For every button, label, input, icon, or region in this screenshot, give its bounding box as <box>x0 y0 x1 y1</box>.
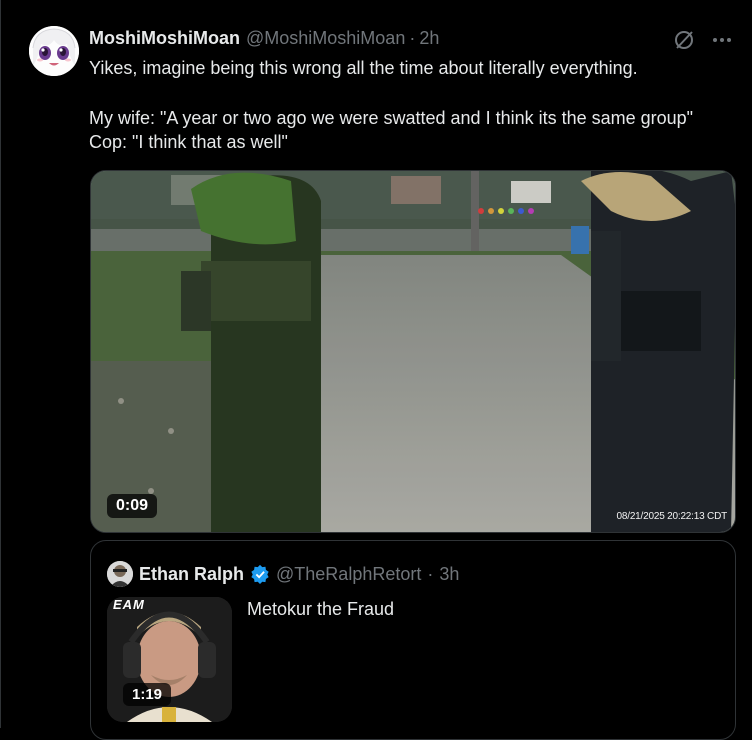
channel-logo: EAM <box>113 597 145 612</box>
display-name[interactable]: MoshiMoshiMoan <box>89 28 240 49</box>
timestamp[interactable]: 2h <box>419 28 439 49</box>
quoted-timestamp[interactable]: 3h <box>439 564 459 585</box>
quoted-tweet-header: Ethan Ralph @TheRalphRetort · 3h <box>107 561 459 587</box>
quoted-video-thumbnail[interactable]: EAM 1:19 <box>107 597 232 722</box>
avatar[interactable] <box>29 26 79 76</box>
video-timestamp-overlay: 08/21/2025 20:22:13 CDT <box>616 511 728 522</box>
verified-badge-icon <box>250 564 270 584</box>
tweet-header: MoshiMoshiMoan @MoshiMoshiMoan · 2h <box>89 28 439 50</box>
tweet[interactable]: MoshiMoshiMoan @MoshiMoshiMoan · 2h Yike… <box>0 0 752 740</box>
handle[interactable]: @MoshiMoshiMoan <box>246 28 405 49</box>
grok-icon[interactable] <box>672 28 696 52</box>
separator-dot: · <box>409 28 416 48</box>
quoted-video-duration: 1:19 <box>123 683 172 706</box>
quoted-display-name[interactable]: Ethan Ralph <box>139 564 244 585</box>
quoted-avatar[interactable] <box>107 561 133 587</box>
tweet-text-line: Yikes, imagine being this wrong all the … <box>89 58 638 78</box>
quoted-handle[interactable]: @TheRalphRetort <box>276 564 421 585</box>
tweet-text-line: My wife: "A year or two ago we were swat… <box>89 108 694 128</box>
quoted-tweet-text: Metokur the Fraud <box>247 599 395 619</box>
anime-avatar-image <box>29 26 79 76</box>
video-duration: 0:09 <box>107 494 158 518</box>
separator-dot: · <box>427 563 434 584</box>
tweet-actions-top <box>672 28 734 52</box>
bodycam-video-frame <box>91 171 735 532</box>
video-player[interactable]: 0:09 08/21/2025 20:22:13 CDT <box>90 170 736 533</box>
more-icon[interactable] <box>710 28 734 52</box>
tweet-text: Yikes, imagine being this wrong all the … <box>89 56 739 154</box>
tweet-text-line: Cop: "I think that as well" <box>89 132 288 152</box>
quoted-tweet[interactable]: Ethan Ralph @TheRalphRetort · 3h EAM 1:1… <box>90 540 736 740</box>
